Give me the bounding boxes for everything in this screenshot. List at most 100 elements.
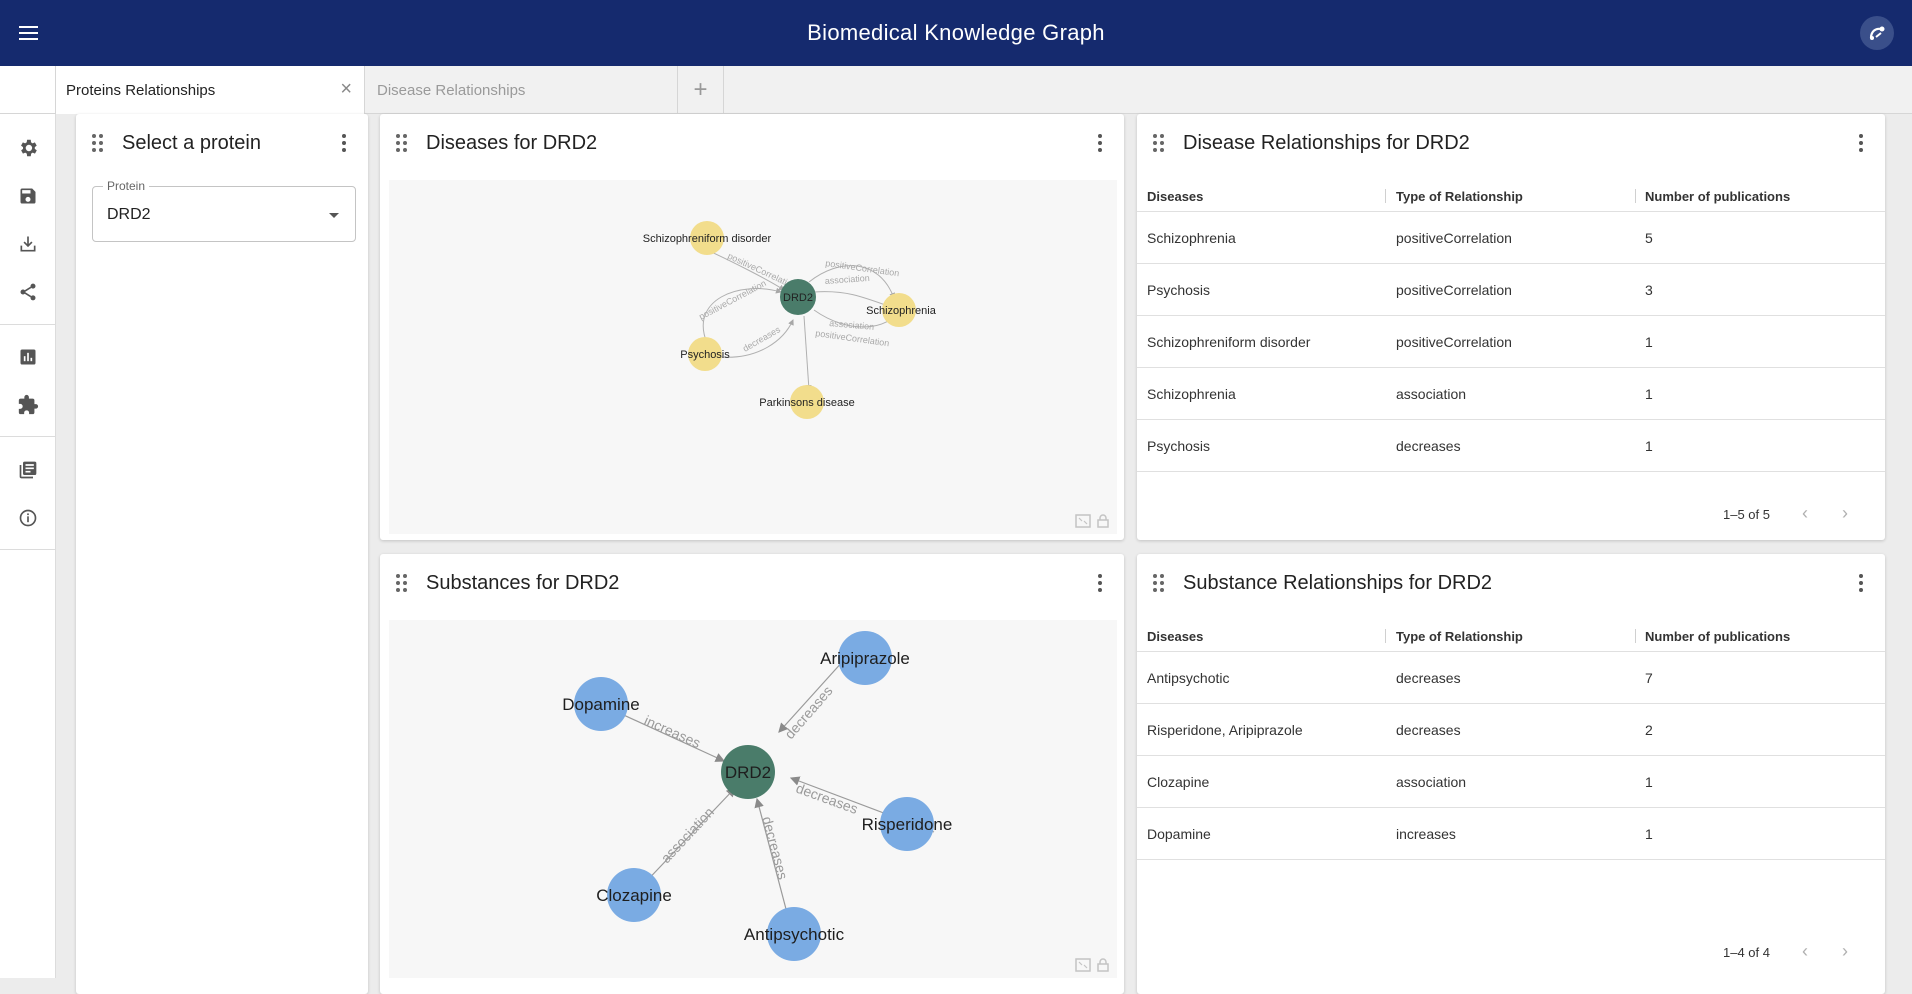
cell-publications: 3 bbox=[1645, 282, 1653, 298]
column-header[interactable]: Number of publications bbox=[1645, 629, 1790, 644]
table-row[interactable]: Clozapine association 1 bbox=[1137, 756, 1885, 808]
cell-publications: 2 bbox=[1645, 722, 1653, 738]
cell-publications: 7 bbox=[1645, 670, 1653, 686]
prev-page-icon[interactable]: ‹ bbox=[1795, 504, 1815, 524]
diseases-graph-canvas[interactable]: positiveCorrelation positiveCorrelation … bbox=[389, 180, 1117, 534]
node-label: Schizophreniform disorder bbox=[643, 233, 772, 245]
node-label: Dopamine bbox=[562, 695, 640, 714]
pagination-count: 1–4 of 4 bbox=[1723, 945, 1770, 960]
substances-graph-canvas[interactable]: decreases increases decreases associatio… bbox=[389, 620, 1117, 978]
drag-handle-icon[interactable] bbox=[396, 134, 408, 152]
panel-title: Substance Relationships for DRD2 bbox=[1183, 572, 1493, 594]
sidebar-divider bbox=[0, 436, 55, 437]
lock-icon[interactable] bbox=[1097, 958, 1109, 972]
substances-graph-panel: Substances for DRD2 decreases increases … bbox=[380, 554, 1124, 994]
app-title: Biomedical Knowledge Graph bbox=[807, 20, 1105, 45]
edge-label: decreases bbox=[781, 683, 835, 742]
logo-icon[interactable] bbox=[1860, 16, 1894, 50]
drag-handle-icon[interactable] bbox=[1153, 574, 1165, 592]
select-protein-panel: Select a protein Protein DRD2 bbox=[76, 114, 368, 994]
table-row[interactable]: Risperidone, Aripiprazole decreases 2 bbox=[1137, 704, 1885, 756]
dropdown-arrow-icon bbox=[329, 213, 339, 218]
library-icon[interactable] bbox=[16, 458, 40, 482]
tab-bar: Proteins Relationships × Disease Relatio… bbox=[56, 66, 1912, 114]
cell-publications: 1 bbox=[1645, 826, 1653, 842]
cell-relationship: decreases bbox=[1396, 722, 1461, 738]
save-icon[interactable] bbox=[16, 184, 40, 208]
more-options-icon[interactable] bbox=[1851, 132, 1871, 156]
sidebar bbox=[0, 114, 56, 978]
drag-handle-icon[interactable] bbox=[396, 574, 408, 592]
column-separator[interactable] bbox=[1635, 189, 1636, 203]
edge-label: association bbox=[824, 273, 870, 286]
cell-publications: 1 bbox=[1645, 386, 1653, 402]
edge-label: decreases bbox=[759, 815, 791, 882]
cell-relationship: positiveCorrelation bbox=[1396, 282, 1512, 298]
fit-view-icon[interactable] bbox=[1075, 958, 1091, 972]
panel-header: Disease Relationships for DRD2 bbox=[1137, 114, 1885, 174]
column-header[interactable]: Type of Relationship bbox=[1396, 189, 1523, 204]
diseases-graph-panel: Diseases for DRD2 positiveCorrelation po… bbox=[380, 114, 1124, 540]
pagination-count: 1–5 of 5 bbox=[1723, 507, 1770, 522]
node-label: Psychosis bbox=[680, 349, 730, 361]
bar-chart-icon[interactable] bbox=[16, 345, 40, 369]
cell-disease: Psychosis bbox=[1147, 438, 1211, 454]
next-page-icon[interactable]: › bbox=[1835, 504, 1855, 524]
more-options-icon[interactable] bbox=[1090, 572, 1110, 596]
table-pagination: 1–4 of 4 ‹ › bbox=[1137, 928, 1885, 978]
prev-page-icon[interactable]: ‹ bbox=[1795, 942, 1815, 962]
more-options-icon[interactable] bbox=[1090, 132, 1110, 156]
tab-disease-relationships[interactable]: Disease Relationships bbox=[365, 66, 678, 114]
download-icon[interactable] bbox=[16, 232, 40, 256]
table-row[interactable]: Schizophrenia positiveCorrelation 5 bbox=[1137, 212, 1885, 264]
panel-header: Substance Relationships for DRD2 bbox=[1137, 554, 1885, 614]
settings-icon[interactable] bbox=[16, 136, 40, 160]
column-separator[interactable] bbox=[1635, 629, 1636, 643]
more-options-icon[interactable] bbox=[334, 132, 354, 156]
table-row[interactable]: Schizophreniform disorder positiveCorrel… bbox=[1137, 316, 1885, 368]
table-row[interactable]: Psychosis decreases 1 bbox=[1137, 420, 1885, 472]
panel-title: Diseases for DRD2 bbox=[426, 132, 598, 154]
node-label: Schizophrenia bbox=[866, 305, 937, 317]
graph-toolbar bbox=[1075, 958, 1109, 972]
more-options-icon[interactable] bbox=[1851, 572, 1871, 596]
cell-publications: 1 bbox=[1645, 334, 1653, 350]
edge-label: increases bbox=[642, 712, 703, 751]
panel-title: Disease Relationships for DRD2 bbox=[1183, 132, 1470, 154]
column-header[interactable]: Diseases bbox=[1147, 629, 1203, 644]
edge-label: positiveCorrelation bbox=[815, 328, 890, 348]
drag-handle-icon[interactable] bbox=[1153, 134, 1165, 152]
table-row[interactable]: Psychosis positiveCorrelation 3 bbox=[1137, 264, 1885, 316]
cell-substance: Dopamine bbox=[1147, 826, 1211, 842]
column-header[interactable]: Diseases bbox=[1147, 189, 1203, 204]
column-separator[interactable] bbox=[1385, 629, 1386, 643]
column-header[interactable]: Type of Relationship bbox=[1396, 629, 1523, 644]
substance-relationships-panel: Substance Relationships for DRD2 Disease… bbox=[1137, 554, 1885, 994]
fit-view-icon[interactable] bbox=[1075, 514, 1091, 528]
column-header[interactable]: Number of publications bbox=[1645, 189, 1790, 204]
edge-label: association bbox=[829, 318, 875, 332]
table-row[interactable]: Schizophrenia association 1 bbox=[1137, 368, 1885, 420]
add-tab-icon[interactable]: + bbox=[678, 66, 724, 114]
drag-handle-icon[interactable] bbox=[92, 134, 104, 152]
cell-relationship: decreases bbox=[1396, 438, 1461, 454]
cell-substance: Risperidone, Aripiprazole bbox=[1147, 722, 1303, 738]
protein-select[interactable]: Protein DRD2 bbox=[92, 179, 356, 242]
tab-proteins-relationships[interactable]: Proteins Relationships × bbox=[56, 66, 365, 114]
lock-icon[interactable] bbox=[1097, 514, 1109, 528]
table-row[interactable]: Antipsychotic decreases 7 bbox=[1137, 652, 1885, 704]
table-row[interactable]: Dopamine increases 1 bbox=[1137, 808, 1885, 860]
info-icon[interactable] bbox=[16, 506, 40, 530]
cell-relationship: positiveCorrelation bbox=[1396, 230, 1512, 246]
column-separator[interactable] bbox=[1385, 189, 1386, 203]
edge-label: decreases bbox=[794, 780, 860, 817]
extension-icon[interactable] bbox=[16, 393, 40, 417]
node-label: Antipsychotic bbox=[744, 925, 845, 944]
share-icon[interactable] bbox=[16, 280, 40, 304]
cell-disease: Schizophreniform disorder bbox=[1147, 334, 1311, 350]
close-icon[interactable]: × bbox=[340, 79, 352, 99]
table-header: Diseases Type of Relationship Number of … bbox=[1137, 180, 1885, 212]
disease-relationships-table: Diseases Type of Relationship Number of … bbox=[1137, 180, 1885, 472]
node-label: Aripiprazole bbox=[820, 649, 910, 668]
next-page-icon[interactable]: › bbox=[1835, 942, 1855, 962]
